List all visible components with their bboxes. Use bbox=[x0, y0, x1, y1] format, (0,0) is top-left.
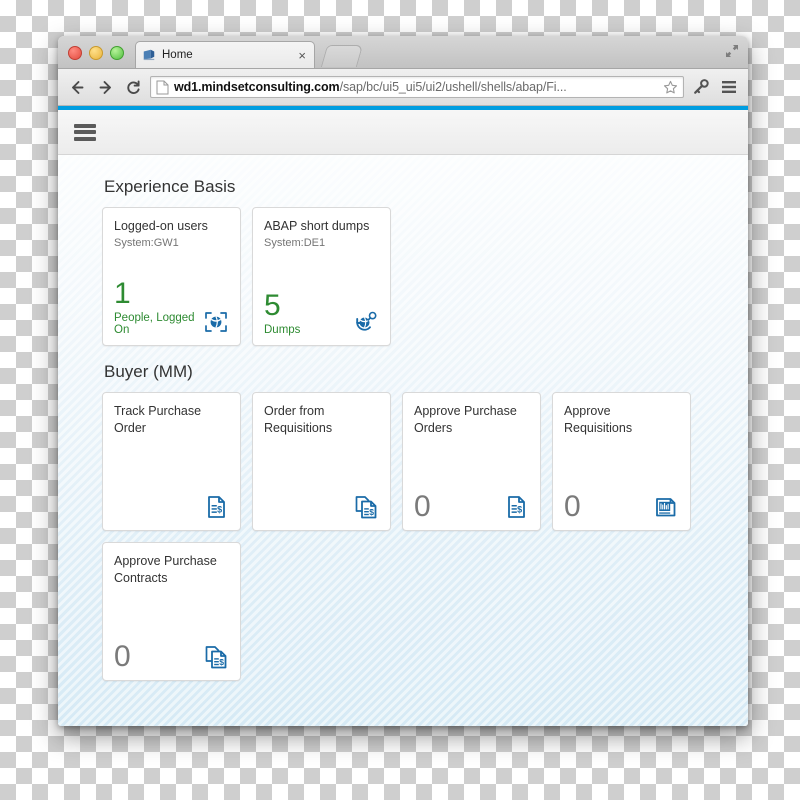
tile-metric: 1 People, Logged On bbox=[114, 276, 203, 336]
tile-track-purchase-order[interactable]: Track Purchase Order $ bbox=[102, 392, 241, 531]
svg-text:$: $ bbox=[217, 505, 222, 515]
tile-footer: $ bbox=[114, 494, 229, 521]
document-barchart-icon bbox=[656, 498, 676, 517]
reload-button[interactable] bbox=[122, 76, 144, 98]
fiori-shell-header bbox=[58, 110, 748, 155]
browser-toolbar: wd1.mindsetconsulting.com/sap/bc/ui5_ui5… bbox=[58, 69, 748, 106]
tile-title: Order from Requisitions bbox=[264, 404, 333, 435]
back-button[interactable] bbox=[66, 76, 88, 98]
svg-text:$: $ bbox=[219, 657, 224, 667]
tile-number: 5 bbox=[264, 288, 281, 322]
tile-approve-requisitions[interactable]: Approve Requisitions 0 bbox=[552, 392, 691, 531]
tile-footer: 0 bbox=[564, 489, 679, 523]
browser-window: Home × wd1.mindsetconsulting.com/sap/bc/… bbox=[58, 36, 748, 726]
close-window-button[interactable] bbox=[68, 46, 82, 60]
tile-abap-short-dumps[interactable]: ABAP short dumps System:DE1 5 Dumps bbox=[252, 207, 391, 346]
tile-subtitle: System:DE1 bbox=[264, 236, 326, 249]
key-icon bbox=[694, 79, 709, 94]
zoom-window-button[interactable] bbox=[110, 46, 124, 60]
documents-dollar-icon: $ bbox=[355, 496, 377, 519]
tile-footer: 1 People, Logged On bbox=[114, 276, 229, 336]
tile-group-buyer-mm: Track Purchase Order $ Order from Requis… bbox=[102, 392, 748, 681]
tile-unit: People, Logged On bbox=[114, 312, 195, 336]
group-title-experience-basis: Experience Basis bbox=[104, 177, 236, 196]
reload-icon bbox=[126, 79, 140, 94]
forward-arrow-icon bbox=[99, 80, 111, 94]
tile-title: ABAP short dumps bbox=[264, 219, 370, 233]
documents-dollar-icon: $ bbox=[205, 646, 227, 669]
tile-subtitle: System:GW1 bbox=[114, 236, 179, 249]
tile-title: Logged-on users bbox=[114, 219, 208, 233]
tile-number: 0 bbox=[414, 489, 431, 523]
minimize-window-button[interactable] bbox=[89, 46, 103, 60]
tile-metric: 0 bbox=[114, 639, 131, 673]
maximize-icon[interactable] bbox=[724, 43, 740, 59]
forward-button[interactable] bbox=[94, 76, 116, 98]
window-traffic-lights bbox=[68, 46, 124, 60]
hamburger-menu-icon bbox=[74, 136, 96, 141]
hamburger-menu-icon bbox=[74, 123, 96, 128]
browser-menu-button[interactable] bbox=[718, 76, 740, 98]
svg-text:$: $ bbox=[517, 505, 522, 515]
tile-group-experience-basis: Logged-on users System:GW1 1 People, Log… bbox=[102, 207, 748, 346]
browser-tabstrip: Home × bbox=[58, 36, 748, 69]
browser-tab-home[interactable]: Home × bbox=[135, 41, 315, 68]
tile-footer: 5 Dumps bbox=[264, 288, 379, 336]
tile-approve-purchase-contracts[interactable]: Approve Purchase Contracts 0 $ bbox=[102, 542, 241, 681]
tile-footer: $ bbox=[264, 494, 379, 521]
hamburger-menu-icon bbox=[74, 130, 96, 134]
page-favicon-icon bbox=[143, 49, 155, 61]
globe-search-icon bbox=[356, 311, 377, 331]
group-title-buyer-mm: Buyer (MM) bbox=[104, 362, 193, 381]
tile-metric: 5 Dumps bbox=[264, 288, 301, 336]
tile-number: 0 bbox=[114, 639, 131, 673]
url-text: wd1.mindsetconsulting.com/sap/bc/ui5_ui5… bbox=[174, 80, 659, 94]
shell-menu-button[interactable] bbox=[74, 123, 96, 141]
new-tab-button[interactable] bbox=[320, 45, 364, 67]
tile-metric: 0 bbox=[414, 489, 431, 523]
url-host: wd1.mindsetconsulting.com bbox=[174, 80, 340, 94]
tile-unit: Dumps bbox=[264, 324, 301, 336]
tile-title: Approve Requisitions bbox=[564, 404, 633, 435]
tile-title: Track Purchase Order bbox=[114, 404, 202, 435]
globe-connected-icon bbox=[205, 312, 227, 332]
tile-title: Approve Purchase Contracts bbox=[114, 554, 217, 585]
tile-footer: 0 $ bbox=[114, 639, 229, 673]
tile-logged-on-users[interactable]: Logged-on users System:GW1 1 People, Log… bbox=[102, 207, 241, 346]
tab-title: Home bbox=[162, 49, 193, 61]
tile-approve-purchase-orders[interactable]: Approve Purchase Orders 0 $ bbox=[402, 392, 541, 531]
tile-order-from-requisitions[interactable]: Order from Requisitions $ bbox=[252, 392, 391, 531]
fiori-launchpad-content: Experience Basis Logged-on users System:… bbox=[58, 155, 748, 726]
address-bar[interactable]: wd1.mindsetconsulting.com/sap/bc/ui5_ui5… bbox=[150, 76, 684, 98]
tile-title: Approve Purchase Orders bbox=[414, 404, 517, 435]
svg-text:$: $ bbox=[369, 507, 374, 517]
tile-number: 0 bbox=[564, 489, 581, 523]
back-arrow-icon bbox=[71, 80, 83, 94]
tile-number: 1 bbox=[114, 276, 131, 310]
page-document-icon bbox=[156, 80, 169, 94]
document-dollar-icon: $ bbox=[508, 496, 525, 518]
key-button[interactable] bbox=[690, 76, 712, 98]
tile-metric: 0 bbox=[564, 489, 581, 523]
tile-footer: 0 $ bbox=[414, 489, 529, 523]
tab-close-icon[interactable]: × bbox=[296, 49, 308, 62]
star-icon[interactable] bbox=[663, 80, 678, 95]
document-dollar-icon: $ bbox=[208, 496, 225, 518]
hamburger-menu-icon bbox=[722, 81, 736, 93]
url-path: /sap/bc/ui5_ui5/ui2/ushell/shells/abap/F… bbox=[339, 80, 567, 94]
